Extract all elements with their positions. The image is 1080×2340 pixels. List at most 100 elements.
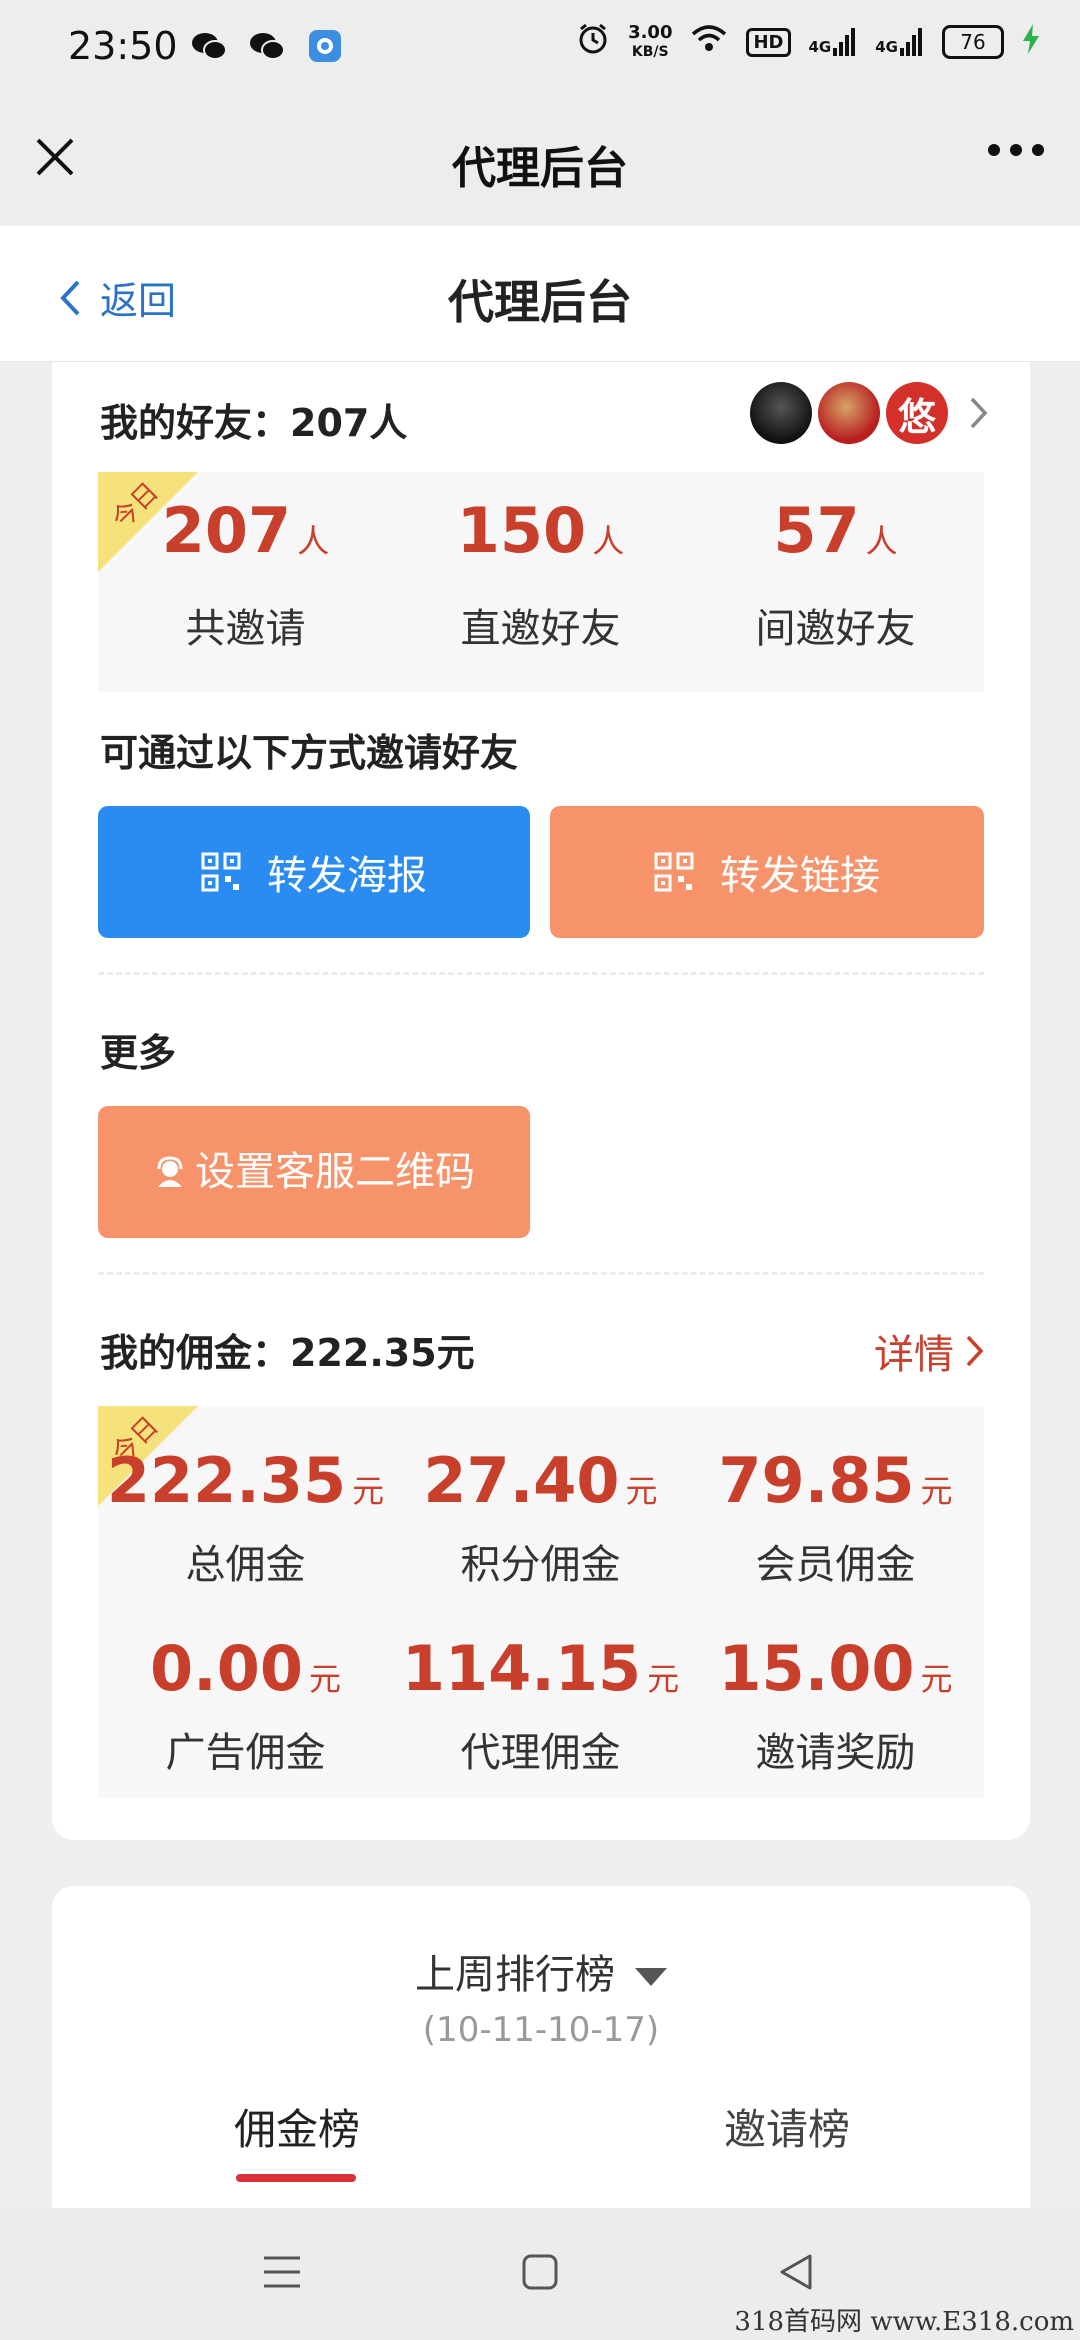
stat-label: 直邀好友: [460, 606, 621, 652]
stat-label: 会员佣金: [755, 1542, 916, 1588]
avatar: [750, 382, 812, 444]
page-title: 代理后台: [448, 275, 632, 329]
home-icon[interactable]: [520, 2252, 560, 2292]
stat-unit: 元: [625, 1472, 658, 1510]
stat-value: 114.15: [401, 1632, 642, 1705]
stat-unit: 元: [308, 1660, 341, 1698]
share-poster-label: 转发海报: [267, 853, 427, 899]
menu-icon[interactable]: [262, 2252, 302, 2292]
ranking-date-range: (10-11-10-17): [422, 2010, 660, 2050]
stat-value: 0.00: [150, 1632, 303, 1705]
tab-commission-ranking[interactable]: 佣金榜: [234, 2096, 360, 2157]
net-speed-value: 3.00: [628, 21, 673, 43]
watermark: 318首码网 www.E318.com: [734, 2307, 1074, 2337]
chevron-right-icon: [970, 397, 988, 429]
wechat-title-bar: 代理后台: [0, 96, 1080, 226]
status-indicators: 3.00 KB/S HD 4G 4G 76: [576, 22, 1040, 62]
agent-card: 我的好友：207人 悠 今日 207 人 共邀请 150 人 直邀好友 57 人 间邀…: [52, 362, 1030, 1840]
ranking-card: 上周排行榜 (10-11-10-17) 佣金榜 邀请榜: [52, 1886, 1030, 2208]
divider: [98, 972, 984, 975]
stat-unit: 元: [920, 1660, 953, 1698]
signal-icon: 4G: [809, 28, 858, 56]
ranking-period-selector[interactable]: 上周排行榜: [52, 1942, 1030, 2000]
stat-value: 150: [456, 494, 587, 567]
alarm-icon: [576, 22, 610, 62]
share-link-label: 转发链接: [720, 853, 880, 899]
stat-member-commission: 79.85 元 会员佣金: [688, 1446, 983, 1590]
stat-label: 共邀请: [185, 606, 306, 652]
share-poster-button[interactable]: 转发海报: [98, 806, 530, 938]
stat-unit: 元: [920, 1472, 953, 1510]
friends-stats: 今日 207 人 共邀请 150 人 直邀好友 57 人 间邀好友: [98, 472, 984, 692]
stat-agent-commission: 114.15 元 代理佣金: [393, 1634, 688, 1778]
back-icon[interactable]: [776, 2252, 816, 2292]
wechat-icon: [190, 28, 228, 64]
avatar: [818, 382, 880, 444]
commission-detail-link[interactable]: 详情: [874, 1322, 986, 1380]
stat-points-commission: 27.40 元 积分佣金: [393, 1446, 688, 1590]
stat-label: 积分佣金: [460, 1542, 621, 1588]
qr-code-icon: [654, 852, 694, 892]
caret-down-icon: [635, 1968, 667, 1986]
wechat-icon: [248, 28, 286, 64]
system-nav-bar: 318首码网 www.E318.com: [0, 2208, 1080, 2340]
status-time: 23:50: [68, 24, 178, 68]
more-title: 更多: [100, 1031, 177, 1075]
stat-unit: 人: [297, 522, 330, 560]
signal-icon: 4G: [875, 28, 924, 56]
set-service-qr-label: 设置客服二维码: [195, 1149, 475, 1195]
detail-label: 详情: [874, 1332, 954, 1378]
net-speed-unit: KB/S: [631, 43, 669, 60]
stat-indirect-friends: 57 人 间邀好友: [688, 496, 983, 654]
stat-unit: 人: [592, 522, 625, 560]
stat-value: 207: [161, 494, 292, 567]
stat-total-commission: 222.35 元 总佣金: [98, 1446, 393, 1590]
notification-icons: [190, 28, 344, 64]
signal-label: 4G: [808, 38, 832, 56]
commission-stats: 今日 222.35 元 总佣金 27.40 元 积分佣金 79.85 元 会员佣金 0…: [98, 1406, 984, 1798]
stat-label: 总佣金: [185, 1542, 306, 1588]
stat-unit: 元: [647, 1660, 680, 1698]
friend-avatars[interactable]: 悠: [750, 382, 990, 444]
stat-value: 15.00: [718, 1632, 915, 1705]
wechat-title: 代理后台: [452, 143, 628, 194]
signal-label: 4G: [875, 38, 898, 56]
stat-value: 222.35: [106, 1444, 347, 1517]
stat-label: 间邀好友: [755, 606, 916, 652]
commission-title: 我的佣金：222.35元: [100, 1331, 475, 1375]
avatar: 悠: [886, 382, 948, 444]
ranking-title: 上周排行榜: [415, 1952, 615, 1998]
stat-label: 广告佣金: [165, 1730, 326, 1776]
stat-invite-reward: 15.00 元 邀请奖励: [688, 1634, 983, 1778]
share-link-button[interactable]: 转发链接: [550, 806, 984, 938]
charging-icon: [1022, 24, 1040, 60]
stat-unit: 人: [865, 522, 898, 560]
battery-icon: 76: [942, 25, 1004, 59]
divider: [98, 1272, 984, 1275]
customer-service-icon: [157, 1156, 183, 1187]
wifi-icon: [690, 24, 728, 60]
stat-label: 邀请奖励: [755, 1730, 916, 1776]
invite-title: 可通过以下方式邀请好友: [100, 731, 519, 775]
friends-title: 我的好友：207人: [100, 401, 408, 445]
stat-value: 79.85: [718, 1444, 915, 1517]
chevron-right-icon: [966, 1335, 984, 1367]
content-area: 我的好友：207人 悠 今日 207 人 共邀请 150 人 直邀好友 57 人 间邀…: [0, 362, 1080, 2208]
hd-badge: HD: [746, 27, 791, 57]
stat-label: 代理佣金: [460, 1730, 621, 1776]
more-options-icon[interactable]: [988, 144, 1044, 156]
stat-value: 57: [773, 494, 860, 567]
stat-ad-commission: 0.00 元 广告佣金: [98, 1634, 393, 1778]
page-header: 返回 代理后台: [0, 226, 1080, 362]
qr-code-icon: [201, 852, 241, 892]
stat-unit: 元: [352, 1472, 385, 1510]
stat-total-invited: 207 人 共邀请: [98, 496, 393, 654]
status-bar: 23:50 3.00 KB/S HD 4G 4G 76: [0, 0, 1080, 96]
stat-value: 27.40: [423, 1444, 620, 1517]
net-speed: 3.00 KB/S: [628, 21, 673, 61]
stat-direct-friends: 150 人 直邀好友: [393, 496, 688, 654]
tab-invite-ranking[interactable]: 邀请榜: [724, 2096, 850, 2157]
app-notification-icon: [306, 28, 344, 64]
active-tab-indicator: [236, 2174, 356, 2182]
set-service-qr-button[interactable]: 设置客服二维码: [98, 1106, 530, 1238]
